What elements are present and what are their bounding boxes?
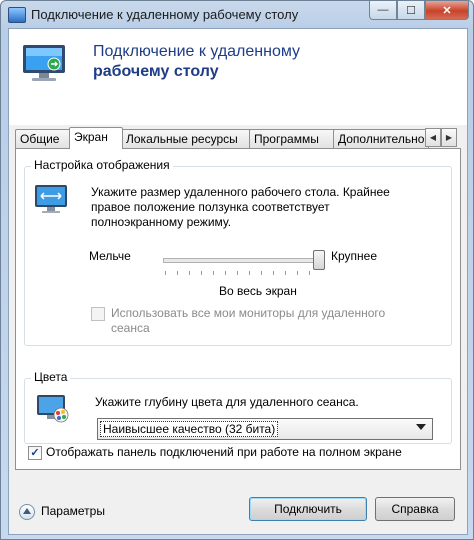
tab-scroll-left-icon[interactable]: ◀ bbox=[425, 128, 441, 147]
expand-options-icon[interactable] bbox=[19, 504, 35, 520]
connection-bar-label: Отображать панель подключений при работе… bbox=[46, 445, 402, 459]
connection-bar-checkbox[interactable]: ✓ bbox=[28, 446, 42, 460]
use-all-monitors-checkbox[interactable] bbox=[91, 307, 105, 321]
colors-group-title: Цвета bbox=[31, 370, 71, 384]
use-all-monitors-label-line1: Использовать все мои мониторы для удален… bbox=[111, 306, 386, 320]
use-all-monitors-label-line2: сеанса bbox=[111, 321, 150, 335]
display-tab-panel: Настройка отображения Укажите размер уда… bbox=[15, 148, 461, 470]
slider-ticks bbox=[165, 271, 315, 275]
color-depth-select[interactable]: Наивысшее качество (32 бита) bbox=[97, 418, 433, 440]
display-settings-group: Настройка отображения Укажите размер уда… bbox=[24, 158, 452, 346]
display-description-line1: Укажите размер удаленного рабочего стола… bbox=[91, 185, 390, 199]
window-controls: — ☐ ✕ bbox=[369, 1, 469, 20]
tab-strip: Общие Экран Локальные ресурсы Программы … bbox=[15, 127, 461, 149]
screen-size-slider-track[interactable] bbox=[163, 258, 321, 263]
minimize-button[interactable]: — bbox=[369, 1, 397, 20]
chevron-down-icon[interactable] bbox=[416, 424, 426, 430]
slider-value-label: Во весь экран bbox=[219, 284, 297, 298]
dialog-header: Подключение к удаленному рабочему столу bbox=[9, 29, 467, 125]
header-title-line1: Подключение к удаленному bbox=[93, 43, 301, 60]
title-bar[interactable]: Подключение к удаленному рабочему столу … bbox=[1, 1, 473, 29]
close-button[interactable]: ✕ bbox=[425, 1, 469, 20]
screen-size-slider-thumb[interactable] bbox=[313, 250, 325, 270]
remote-desktop-window: Подключение к удаленному рабочему столу … bbox=[0, 0, 474, 540]
tab-general[interactable]: Общие bbox=[15, 129, 71, 148]
colors-group: Цвета Укажите глубину цвета для удаленно… bbox=[24, 370, 452, 444]
window-title: Подключение к удаленному рабочему столу bbox=[31, 7, 299, 22]
header-title-line2: рабочему столу bbox=[93, 63, 219, 80]
monitor-display-icon bbox=[35, 185, 67, 213]
colors-description: Укажите глубину цвета для удаленного сеа… bbox=[95, 395, 359, 409]
tab-advanced[interactable]: Дополнительно bbox=[333, 129, 429, 148]
maximize-button[interactable]: ☐ bbox=[397, 1, 425, 20]
remote-desktop-computer-icon bbox=[23, 45, 65, 81]
color-depth-selected-value: Наивысшее качество (32 бита) bbox=[100, 421, 279, 437]
slider-min-label: Мельче bbox=[89, 249, 131, 263]
tab-programs[interactable]: Программы bbox=[249, 129, 337, 148]
display-settings-title: Настройка отображения bbox=[31, 158, 173, 172]
app-icon bbox=[8, 7, 26, 23]
connect-button[interactable]: Подключить bbox=[249, 497, 367, 521]
tab-display[interactable]: Экран bbox=[69, 127, 123, 149]
slider-max-label: Крупнее bbox=[331, 249, 378, 263]
options-label[interactable]: Параметры bbox=[41, 504, 105, 519]
color-depth-icon bbox=[37, 395, 69, 423]
display-description-line2: правое положение ползунка соответствует bbox=[91, 200, 330, 214]
display-description-line3: полноэкранному режиму. bbox=[91, 215, 232, 229]
help-button[interactable]: Справка bbox=[375, 497, 455, 521]
dialog-client-area: Подключение к удаленному рабочему столу … bbox=[8, 28, 468, 535]
tab-scroll-right-icon[interactable]: ▶ bbox=[441, 128, 457, 147]
tab-local-resources[interactable]: Локальные ресурсы bbox=[121, 129, 253, 148]
